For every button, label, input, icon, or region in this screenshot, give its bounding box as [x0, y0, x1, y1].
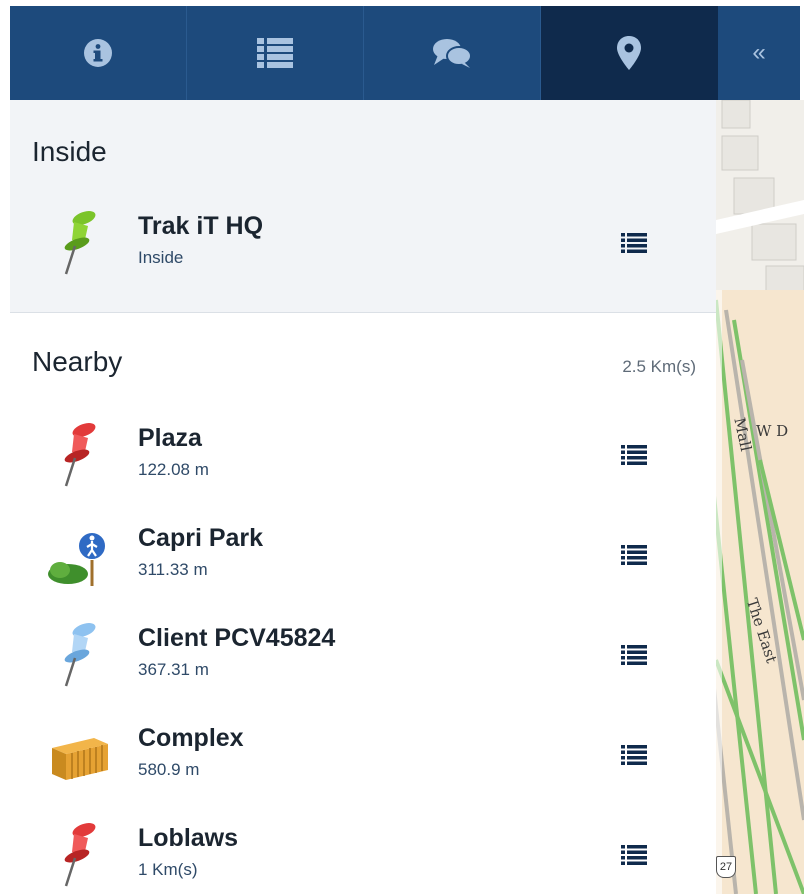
- map-tiles: [716, 100, 804, 894]
- map-marker-icon: [617, 36, 641, 70]
- map-street-label: W D: [756, 422, 789, 440]
- list-icon: [621, 445, 647, 465]
- item-menu-button[interactable]: [614, 740, 654, 770]
- section-title-nearby: Nearby: [32, 346, 123, 377]
- item-menu-button[interactable]: [614, 840, 654, 870]
- list-item[interactable]: Trak iT HQ Inside: [10, 204, 716, 284]
- item-menu-button[interactable]: [614, 440, 654, 470]
- list-icon: [257, 38, 293, 68]
- item-name: Plaza: [138, 424, 202, 452]
- item-name: Loblaws: [138, 824, 239, 852]
- list-icon: [621, 845, 647, 865]
- section-title-inside: Inside: [32, 136, 107, 167]
- collapse-panel-button[interactable]: «: [718, 6, 800, 100]
- item-distance: 1 Km(s): [138, 860, 198, 879]
- tab-location[interactable]: [541, 6, 718, 100]
- list-icon: [621, 233, 647, 253]
- list-icon: [621, 645, 647, 665]
- list-item[interactable]: Plaza 122.08 m: [10, 416, 716, 496]
- inside-section: Inside Trak iT HQ Inside: [10, 100, 716, 313]
- list-icon: [621, 545, 647, 565]
- item-name: Complex: [138, 724, 244, 752]
- item-status: Inside: [138, 248, 184, 267]
- list-icon: [621, 745, 647, 765]
- geofence-panel: Inside Trak iT HQ Inside Nearby 2.5 Km(s…: [10, 100, 716, 894]
- info-circle-icon: [84, 39, 112, 67]
- item-distance: 311.33 m: [138, 560, 208, 579]
- item-name: Trak iT HQ: [138, 212, 264, 240]
- item-name: Client PCV45824: [138, 624, 336, 652]
- list-item[interactable]: Loblaws 1 Km(s): [10, 816, 716, 894]
- nearby-range: 2.5 Km(s): [622, 357, 696, 376]
- map-view[interactable]: Mall W D The East 27: [716, 100, 804, 894]
- top-tab-bar: «: [10, 6, 800, 100]
- item-distance: 122.08 m: [138, 460, 209, 479]
- item-distance: 367.31 m: [138, 660, 209, 679]
- item-menu-button[interactable]: [614, 540, 654, 570]
- red-pushpin-icon: [64, 423, 96, 487]
- blue-pushpin-icon: [64, 623, 96, 687]
- route-shield: 27: [716, 856, 736, 878]
- shipping-container-icon: [52, 738, 108, 780]
- park-sign-icon: [48, 531, 107, 586]
- list-item[interactable]: Capri Park 311.33 m: [10, 516, 716, 596]
- double-chevron-left-icon: «: [752, 39, 766, 66]
- comments-icon: [433, 39, 472, 68]
- red-pushpin-icon: [64, 823, 96, 887]
- list-item[interactable]: Client PCV45824 367.31 m: [10, 616, 716, 696]
- item-distance: 580.9 m: [138, 760, 200, 779]
- green-pushpin-icon: [64, 211, 96, 275]
- list-item[interactable]: Complex 580.9 m: [10, 716, 716, 796]
- tab-info[interactable]: [10, 6, 187, 100]
- tab-comments[interactable]: [364, 6, 541, 100]
- item-menu-button[interactable]: [614, 228, 654, 258]
- item-name: Capri Park: [138, 524, 264, 552]
- item-menu-button[interactable]: [614, 640, 654, 670]
- tab-list[interactable]: [187, 6, 364, 100]
